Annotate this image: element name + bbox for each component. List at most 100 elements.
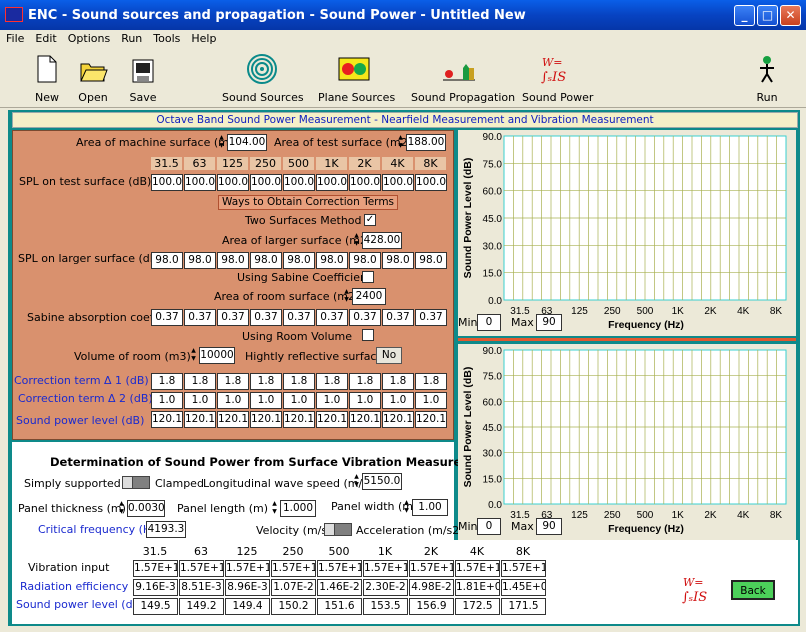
plane-sources-button[interactable]: Plane Sources [318,54,396,104]
spl-larger-cell[interactable]: 98.0 [349,252,381,269]
width-spinner[interactable]: ▲ ▼ [402,499,411,516]
sabine-cell[interactable]: 0.37 [151,309,183,326]
length-spinner[interactable]: ▲ ▼ [270,500,279,517]
corr1-cell: 1.8 [217,373,249,390]
area-test-spinner[interactable]: ▲ ▼ [396,134,405,151]
sabine-cell[interactable]: 0.37 [316,309,348,326]
sabine-cell[interactable]: 0.37 [349,309,381,326]
y-tick-label: 0.0 [488,296,502,307]
critical-frequency-value: 4193.3 [146,521,186,538]
reflective-toggle-button[interactable]: No [376,347,402,364]
run-button[interactable]: Run [754,54,780,104]
open-label: Open [78,91,108,104]
frequency-label: 4K [382,157,413,170]
volume-input[interactable]: 10000 [199,347,235,364]
sabine-cell[interactable]: 0.37 [382,309,414,326]
maximize-button[interactable]: □ [757,5,778,26]
spl-test-cell[interactable]: 100.0 [415,174,447,191]
sabine-cell[interactable]: 0.37 [415,309,447,326]
room-volume-checkbox[interactable] [362,329,374,341]
area-machine-spinner[interactable]: ▲ ▼ [217,134,226,151]
menu-help[interactable]: Help [185,30,221,45]
spl-larger-cell[interactable]: 98.0 [151,252,183,269]
area-larger-input[interactable]: 428.00 [362,232,402,249]
spl-larger-cell[interactable]: 98.0 [382,252,414,269]
y-tick-label: 60.0 [483,397,503,408]
back-button[interactable]: Back [731,580,775,600]
vib-cell[interactable]: 1.57E+1 [225,560,270,577]
two-surfaces-checkbox[interactable]: ✓ [364,214,376,226]
frequency-label: 8K [515,545,531,558]
vib-cell[interactable]: 1.57E+1 [409,560,454,577]
thickness-input[interactable]: 0.0030 [127,500,165,517]
menu-options[interactable]: Options [62,30,115,45]
x-tick-label: 125 [571,306,588,317]
vib-cell[interactable]: 1.57E+1 [317,560,362,577]
spl-test-cell[interactable]: 100.0 [217,174,249,191]
min-input[interactable]: 0 [477,518,501,535]
vib-cell[interactable]: 1.57E+1 [271,560,316,577]
vib-cell[interactable]: 1.57E+1 [179,560,224,577]
volume-spinner[interactable]: ▲ ▼ [189,347,198,364]
frequency-label: 125 [217,157,248,170]
wave-speed-input[interactable]: 5150.0 [362,473,402,490]
sound-propagation-button[interactable]: Sound Propagation [411,54,515,104]
width-input[interactable]: 1.00 [412,499,448,516]
thickness-spinner[interactable]: ▲ ▼ [117,500,126,517]
length-input[interactable]: 1.000 [280,500,316,517]
sabine-cell[interactable]: 0.37 [283,309,315,326]
sabine-checkbox[interactable] [362,271,374,283]
menu-file[interactable]: File [0,30,29,45]
area-machine-input[interactable]: 104.00 [227,134,267,151]
spl-test-cell[interactable]: 100.0 [283,174,315,191]
velocity-acceleration-toggle[interactable] [324,523,352,536]
wave-speed-spinner[interactable]: ▲ ▼ [352,473,361,490]
sound-power-button[interactable]: W= ∫ₛIS Sound Power [522,54,593,104]
corr1-cell: 1.8 [283,373,315,390]
support-toggle[interactable] [122,476,150,489]
spl-test-cell[interactable]: 100.0 [316,174,348,191]
min-input[interactable]: 0 [477,314,501,331]
x-tick-label: 8K [770,306,783,317]
area-room-spinner[interactable]: ▲ ▼ [342,288,351,305]
y-tick-label: 0.0 [488,500,502,511]
save-button[interactable]: Save [128,54,158,104]
vib-cell[interactable]: 1.57E+1 [133,560,178,577]
max-label: Max [511,520,534,533]
sabine-cell[interactable]: 0.37 [217,309,249,326]
sound-sources-button[interactable]: Sound Sources [222,54,304,104]
sabine-cell[interactable]: 0.37 [184,309,216,326]
menu-edit[interactable]: Edit [29,30,61,45]
max-input[interactable]: 90 [536,518,562,535]
vib-cell[interactable]: 1.57E+1 [501,560,546,577]
spl-larger-cell[interactable]: 98.0 [316,252,348,269]
open-button[interactable]: Open [78,54,108,104]
close-button[interactable]: ✕ [780,5,801,26]
menu-run[interactable]: Run [115,30,147,45]
area-room-input[interactable]: 2400 [352,288,386,305]
plane-sources-label: Plane Sources [318,91,396,104]
swl-cell: 120.1 [151,411,183,428]
max-input[interactable]: 90 [536,314,562,331]
corr2-cell: 1.0 [415,392,447,409]
sabine-cell[interactable]: 0.37 [250,309,282,326]
rad-cell: 8.96E-3 [225,579,270,596]
spl-larger-cell[interactable]: 98.0 [217,252,249,269]
vib-cell[interactable]: 1.57E+1 [455,560,500,577]
menu-tools[interactable]: Tools [147,30,185,45]
vib-cell[interactable]: 1.57E+1 [363,560,408,577]
minimize-button[interactable]: _ [734,5,755,26]
spl-larger-cell[interactable]: 98.0 [283,252,315,269]
spl-test-cell[interactable]: 100.0 [382,174,414,191]
spl-larger-cell[interactable]: 98.0 [250,252,282,269]
spl-larger-cell[interactable]: 98.0 [415,252,447,269]
spl-test-cell[interactable]: 100.0 [250,174,282,191]
new-button[interactable]: New [34,54,60,104]
sound-power-chart-bottom: 90.0 75.0 60.0 45.0 30.0 15.0 0.0 31.5 63 125 250 5… [458,344,796,540]
area-larger-spinner[interactable]: ▲ ▼ [352,232,361,249]
spl-larger-cell[interactable]: 98.0 [184,252,216,269]
area-test-input[interactable]: 188.00 [406,134,446,151]
spl-test-cell[interactable]: 100.0 [184,174,216,191]
spl-test-cell[interactable]: 100.0 [151,174,183,191]
spl-test-cell[interactable]: 100.0 [349,174,381,191]
